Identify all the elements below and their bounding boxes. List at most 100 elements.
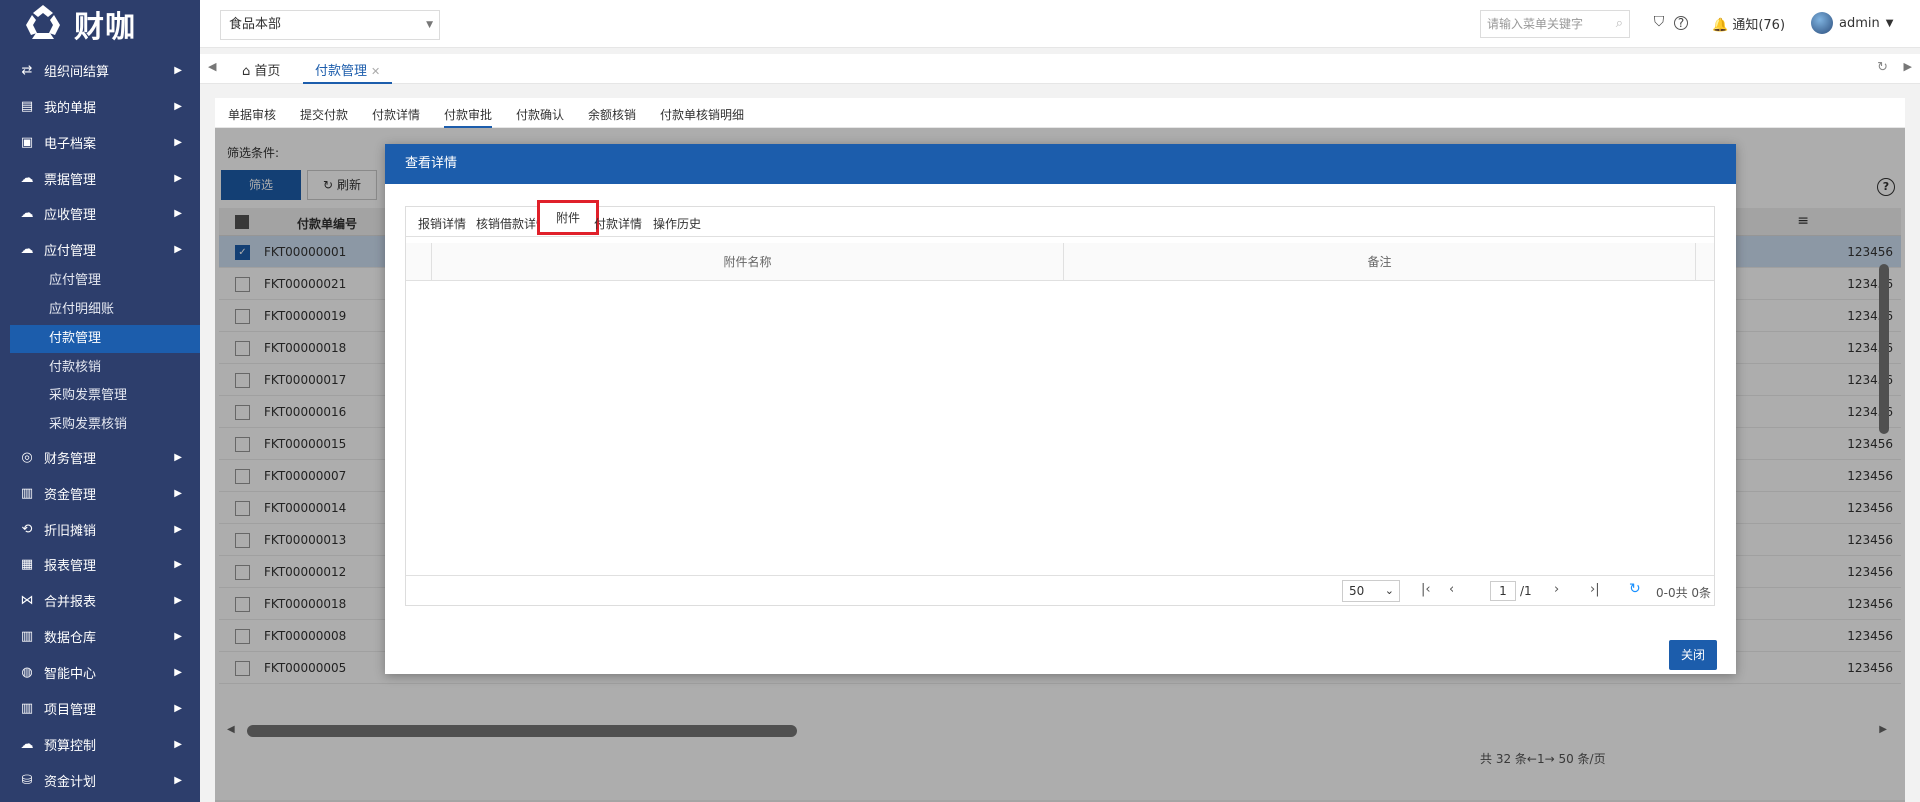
sidebar-item-label: 我的单据 xyxy=(44,100,97,116)
search-icon[interactable]: ⌕ xyxy=(1616,11,1623,37)
bar-chart-icon: ▥ xyxy=(20,485,34,501)
tab-payment-management[interactable]: 付款管理 ✕ xyxy=(303,54,393,84)
exchange-icon: ⇄ xyxy=(21,62,33,78)
modal-tab[interactable]: 附件 xyxy=(536,200,600,235)
page-size-value: 50 xyxy=(1349,584,1365,598)
next-page-icon[interactable]: › xyxy=(1554,582,1559,597)
chevron-right-icon: ▶ xyxy=(174,666,182,678)
sub-tabs: 单据审核 提交付款 付款详情 付款审批 付款确认 余额核销 付款单核销明细 xyxy=(215,98,1905,128)
subtab[interactable]: 付款审批 xyxy=(444,106,493,128)
first-page-icon[interactable]: |‹ xyxy=(1421,582,1431,597)
modal-tab[interactable]: 报销详情 xyxy=(418,215,466,232)
sidebar-item[interactable]: ▥ 资金管理 ▶ xyxy=(0,483,200,503)
sidebar-item[interactable]: ☁ 预算控制 ▶ xyxy=(0,734,200,754)
merge-icon: ⋈ xyxy=(20,592,34,608)
cloud-upload-icon: ☁ xyxy=(20,241,34,257)
sidebar-subitem[interactable]: 采购发票核销 xyxy=(10,411,200,439)
chevron-right-icon: ▶ xyxy=(174,630,182,642)
attachment-table-header: 附件名称 备注 xyxy=(406,243,1714,281)
page-total: /1 xyxy=(1520,584,1532,598)
sidebar-item[interactable]: ⛁ 资金计划 ▶ xyxy=(0,770,200,790)
modal-tab[interactable]: 付款详情 xyxy=(594,215,642,232)
archive-icon: ▣ xyxy=(20,134,34,150)
sidebar-item[interactable]: ▥ 数据仓库 ▶ xyxy=(0,626,200,646)
sidebar-item[interactable]: ⟲ 折旧摊销 ▶ xyxy=(0,519,200,539)
modal-tab[interactable]: 操作历史 xyxy=(653,215,701,232)
page-tabs: ◀ ⌂ 首页 付款管理 ✕ ↻ ▶ xyxy=(200,54,1920,84)
sidebar-item-label: 折旧摊销 xyxy=(44,523,97,539)
sidebar-subitem[interactable]: 应付明细账 xyxy=(10,296,200,324)
attachment-pager: 50 ⌄ |‹ ‹ 1 /1 › ›| ↻ 0-0共 0条 xyxy=(406,575,1714,605)
notification-link[interactable]: 🔔 通知(76) xyxy=(1712,14,1785,33)
sidebar-item-label: 应付管理 xyxy=(44,243,97,259)
tabs-scroll-left-icon[interactable]: ◀ xyxy=(208,60,216,73)
prev-page-icon[interactable]: ‹ xyxy=(1449,582,1454,597)
document-icon: ▤ xyxy=(20,98,34,114)
user-name: admin xyxy=(1839,15,1880,31)
chevron-right-icon: ▶ xyxy=(174,594,182,606)
chevron-right-icon: ▶ xyxy=(174,487,182,499)
last-page-icon[interactable]: ›| xyxy=(1590,582,1600,597)
pager-refresh-icon[interactable]: ↻ xyxy=(1629,581,1641,597)
detail-modal: 查看详情 报销详情 核销借款详情 附件 付款详情 操作历史 附件名称 备注 50 ⌄ |… xyxy=(385,144,1736,674)
subtab[interactable]: 余额核销 xyxy=(588,106,636,123)
refresh-icon[interactable]: ↻ xyxy=(1877,60,1888,75)
chevron-down-icon: ⌄ xyxy=(1384,584,1394,597)
target-icon: ◎ xyxy=(21,449,33,465)
sidebar-subitem[interactable]: 付款核销 xyxy=(10,354,200,382)
subtab[interactable]: 付款详情 xyxy=(372,106,420,123)
sidebar-item[interactable]: ▤ 我的单据 ▶ xyxy=(0,96,200,116)
subtab[interactable]: 提交付款 xyxy=(300,106,348,123)
user-menu[interactable]: admin ▼ xyxy=(1811,12,1893,34)
sidebar-item[interactable]: ☁ 票据管理 ▶ xyxy=(0,168,200,188)
repeat-icon: ⟲ xyxy=(21,521,33,537)
modal-title: 查看详情 xyxy=(385,144,1736,184)
chevron-right-icon: ▶ xyxy=(174,451,182,463)
subtab[interactable]: 付款确认 xyxy=(516,106,564,123)
sidebar-item[interactable]: ⇄ 组织间结算 ▶ xyxy=(0,60,200,80)
sidebar-item-label: 项目管理 xyxy=(44,702,97,718)
sidebar-item[interactable]: ◍ 智能中心 ▶ xyxy=(0,662,200,682)
menu-search-placeholder: 请输入菜单关键字 xyxy=(1487,17,1584,31)
sidebar-item[interactable]: ☁ 应收管理 ▶ xyxy=(0,203,200,223)
modal-tab[interactable]: 核销借款详情 xyxy=(476,215,548,232)
sidebar-item-label: 资金管理 xyxy=(44,487,97,503)
chevron-down-icon: ▼ xyxy=(426,20,433,30)
brand-logo: 财咖 xyxy=(0,0,200,48)
sidebar-item[interactable]: ☁ 应付管理 ▶ xyxy=(0,239,200,259)
company-select[interactable]: 食品本部 ▼ xyxy=(220,10,440,40)
shield-icon[interactable]: ⛉ xyxy=(1650,14,1668,32)
menu-search-input[interactable]: 请输入菜单关键字 ⌕ xyxy=(1480,10,1630,38)
page-number-input[interactable]: 1 xyxy=(1490,581,1516,601)
sidebar-item-label: 智能中心 xyxy=(44,666,97,682)
row-number-column xyxy=(406,243,432,281)
sidebar-item[interactable]: ▣ 电子档案 ▶ xyxy=(0,132,200,152)
subtab[interactable]: 付款单核销明细 xyxy=(660,106,744,123)
close-button[interactable]: 关闭 xyxy=(1669,640,1717,670)
sidebar-subitem[interactable]: 应付管理 xyxy=(10,267,200,295)
sidebar-item-label: 组织间结算 xyxy=(44,64,110,80)
sidebar-item[interactable]: ◎ 财务管理 ▶ xyxy=(0,447,200,467)
sidebar-item-label: 票据管理 xyxy=(44,172,97,188)
page-size-select[interactable]: 50 ⌄ xyxy=(1342,580,1400,602)
chevron-right-icon: ▶ xyxy=(174,558,182,570)
subtab[interactable]: 单据审核 xyxy=(228,106,276,123)
sidebar-item[interactable]: ⋈ 合并报表 ▶ xyxy=(0,590,200,610)
chevron-right-icon: ▶ xyxy=(174,702,182,714)
help-icon[interactable]: ? xyxy=(1674,16,1688,30)
column-attachment-name: 附件名称 xyxy=(432,243,1064,281)
close-tab-icon[interactable]: ✕ xyxy=(371,65,380,78)
tabs-scroll-right-icon[interactable]: ▶ xyxy=(1904,60,1912,73)
sidebar-item[interactable]: ▥ 项目管理 ▶ xyxy=(0,698,200,718)
sidebar-item[interactable]: ▦ 报表管理 ▶ xyxy=(0,554,200,574)
avatar xyxy=(1811,12,1833,34)
sidebar-subitem[interactable]: 采购发票管理 xyxy=(10,382,200,410)
sidebar-item-label: 资金计划 xyxy=(44,774,97,790)
top-bar: 食品本部 ▼ 请输入菜单关键字 ⌕ ⛉ ? 🔔 通知(76) admin ▼ xyxy=(200,0,1920,48)
company-select-value: 食品本部 xyxy=(229,17,282,32)
chevron-right-icon: ▶ xyxy=(174,172,182,184)
pager-info: 0-0共 0条 xyxy=(1656,586,1712,600)
tab-home[interactable]: ⌂ 首页 xyxy=(242,60,280,79)
sidebar-item-label: 应收管理 xyxy=(44,207,97,223)
sidebar-subitem[interactable]: 付款管理 xyxy=(10,325,200,353)
